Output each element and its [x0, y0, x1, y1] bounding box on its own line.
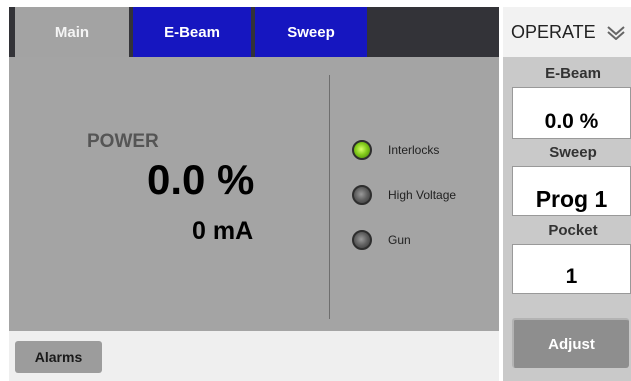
e-beam-label: E-Beam	[545, 65, 601, 82]
tab-main[interactable]: Main	[15, 7, 129, 57]
alarms-button[interactable]: Alarms	[15, 341, 102, 373]
interlocks-led-icon	[352, 140, 372, 160]
power-percent-readout: 0.0 %	[147, 156, 255, 203]
tab-e-beam[interactable]: E-Beam	[133, 7, 251, 57]
indicator-label: High Voltage	[388, 188, 457, 202]
main-frame: Main E-Beam Sweep POWER 0.0 % 0 mA Inter…	[9, 7, 499, 381]
right-panel: OPERATE E-Beam 0.0 % Sweep Prog 1 Pocket…	[503, 7, 631, 381]
pocket-value-field[interactable]: 1	[512, 244, 631, 294]
indicator-interlocks: Interlocks	[352, 140, 439, 160]
adjust-button[interactable]: Adjust	[512, 318, 629, 368]
pocket-label: Pocket	[548, 222, 598, 239]
gun-led-icon	[352, 230, 372, 250]
tab-sweep[interactable]: Sweep	[255, 7, 367, 57]
mode-dropdown[interactable]: OPERATE	[503, 7, 631, 57]
e-beam-value-field[interactable]: 0.0 %	[512, 87, 631, 139]
indicator-high-voltage: High Voltage	[352, 185, 456, 205]
power-current-readout: 0 mA	[192, 217, 254, 245]
main-panel: POWER 0.0 % 0 mA Interlocks High Voltage…	[9, 57, 499, 331]
indicator-label: Interlocks	[388, 143, 440, 157]
mode-label: OPERATE	[511, 21, 596, 42]
indicator-gun: Gun	[352, 230, 411, 250]
sweep-value-field[interactable]: Prog 1	[512, 166, 631, 216]
sweep-label: Sweep	[549, 144, 597, 161]
panel-divider	[329, 75, 330, 319]
indicator-label: Gun	[388, 233, 411, 247]
bottom-bar: Alarms	[9, 331, 499, 381]
high-voltage-led-icon	[352, 185, 372, 205]
chevron-down-icon	[607, 26, 625, 40]
power-label: POWER	[87, 131, 159, 152]
